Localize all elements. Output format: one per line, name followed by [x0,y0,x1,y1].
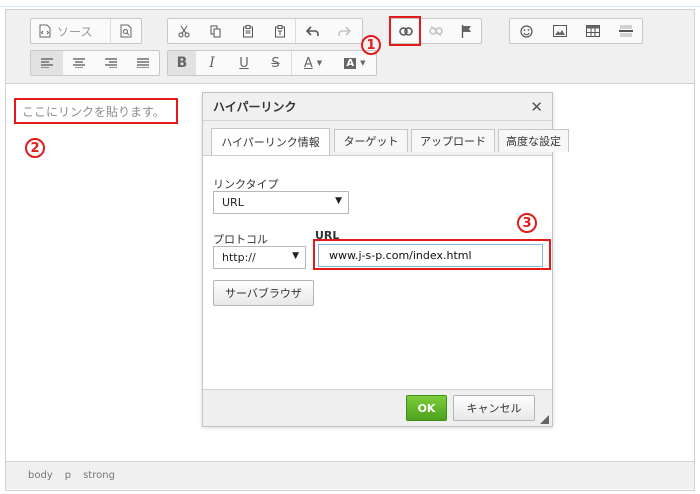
paste-text-button[interactable] [264,19,296,43]
source-group: ソース [30,18,142,44]
link-button-highlight [389,16,421,46]
protocol-select[interactable]: http:// ▼ [213,246,306,269]
resize-grip-icon[interactable] [540,415,549,424]
text-style-group: B I U S A ▼ A ▼ [167,50,377,76]
italic-button[interactable]: I [196,51,228,75]
unlink-icon [429,26,443,36]
server-browse-button[interactable]: サーバブラウザ [213,280,314,306]
copy-button[interactable] [200,19,232,43]
horizontal-rule-icon [618,25,633,37]
dialog-title-bar[interactable]: ハイパーリンク ✕ [203,93,552,121]
alignment-group [30,50,160,76]
align-center-button[interactable] [63,51,95,75]
link-type-value: URL [222,196,244,209]
align-justify-icon [137,58,149,68]
ok-button[interactable]: OK [406,395,447,421]
table-button[interactable] [576,19,609,43]
link-type-label: リンクタイプ [213,178,279,191]
scissors-icon [178,25,190,38]
cut-button[interactable] [168,19,200,43]
align-right-button[interactable] [95,51,127,75]
tab-target[interactable]: ターゲット [334,129,408,152]
editor-toolbar: ソース B I U S A ▼ A ▼ [6,10,694,84]
redo-button[interactable] [328,19,360,43]
insert-group [509,18,643,44]
smiley-icon [520,24,533,38]
chevron-down-icon: ▼ [292,251,299,261]
paste-icon [242,24,254,38]
undo-icon [305,25,319,37]
annotation-number-2-label: 2 [30,140,40,156]
annotation-number-1: 1 [361,35,381,55]
annotation-number-3: 3 [517,213,537,233]
editor-content-text[interactable]: ここにリンクを貼ります。 [22,103,165,120]
chevron-down-icon: ▼ [360,59,366,67]
align-right-icon [105,58,117,68]
tab-link-info[interactable]: ハイパーリンク情報 [211,128,330,155]
clipboard-group [167,18,363,44]
redo-icon [337,25,351,37]
chevron-down-icon: ▼ [316,59,323,67]
tab-advanced[interactable]: 高度な設定 [498,129,569,152]
underline-button[interactable]: U [228,51,260,75]
annotation-number-1-label: 1 [366,37,376,53]
image-icon [552,25,567,37]
italic-label: I [209,55,215,71]
link-type-select[interactable]: URL ▼ [213,191,349,214]
editor-status-bar: body p strong [6,461,694,489]
bold-label: B [176,55,188,71]
dialog-tabs: ハイパーリンク情報 ターゲット アップロード 高度な設定 [203,121,569,156]
text-color-button[interactable]: A ▼ [292,51,334,75]
table-icon [585,25,600,37]
align-left-button[interactable] [31,51,63,75]
path-strong[interactable]: strong [83,470,115,481]
copy-icon [210,25,222,38]
flag-icon [461,24,472,38]
strikethrough-label: S [271,55,280,71]
annotation-number-2: 2 [25,138,45,158]
source-button[interactable]: ソース [31,19,111,43]
text-color-label: A [303,55,313,71]
path-body[interactable]: body [28,470,53,481]
image-button[interactable] [543,19,576,43]
bold-button[interactable]: B [168,51,196,75]
protocol-value: http:// [222,251,256,264]
unlink-button[interactable] [421,19,451,43]
paste-text-icon [274,24,286,38]
align-left-icon [41,58,53,68]
preview-button[interactable] [111,19,141,43]
chevron-down-icon: ▼ [335,196,342,206]
top-divider [0,6,700,7]
close-icon[interactable]: ✕ [530,98,543,116]
strikethrough-button[interactable]: S [260,51,292,75]
dialog-title: ハイパーリンク [213,100,297,114]
path-p[interactable]: p [65,470,71,481]
source-label: ソース [57,24,93,39]
align-center-icon [73,58,85,68]
preview-icon [120,24,132,38]
anchor-button[interactable] [451,19,481,43]
horizontal-rule-button[interactable] [609,19,642,43]
cancel-button[interactable]: キャンセル [453,395,535,421]
source-code-icon [39,24,51,38]
smiley-button[interactable] [510,19,543,43]
url-input-highlight [313,239,551,270]
underline-label: U [239,55,249,71]
protocol-label: プロトコル [213,233,268,246]
dialog-footer: OK キャンセル [203,389,552,426]
paste-button[interactable] [232,19,264,43]
background-color-label: A [344,57,357,69]
annotation-number-3-label: 3 [522,215,532,231]
undo-button[interactable] [296,19,328,43]
align-justify-button[interactable] [127,51,159,75]
tab-upload[interactable]: アップロード [411,129,495,152]
